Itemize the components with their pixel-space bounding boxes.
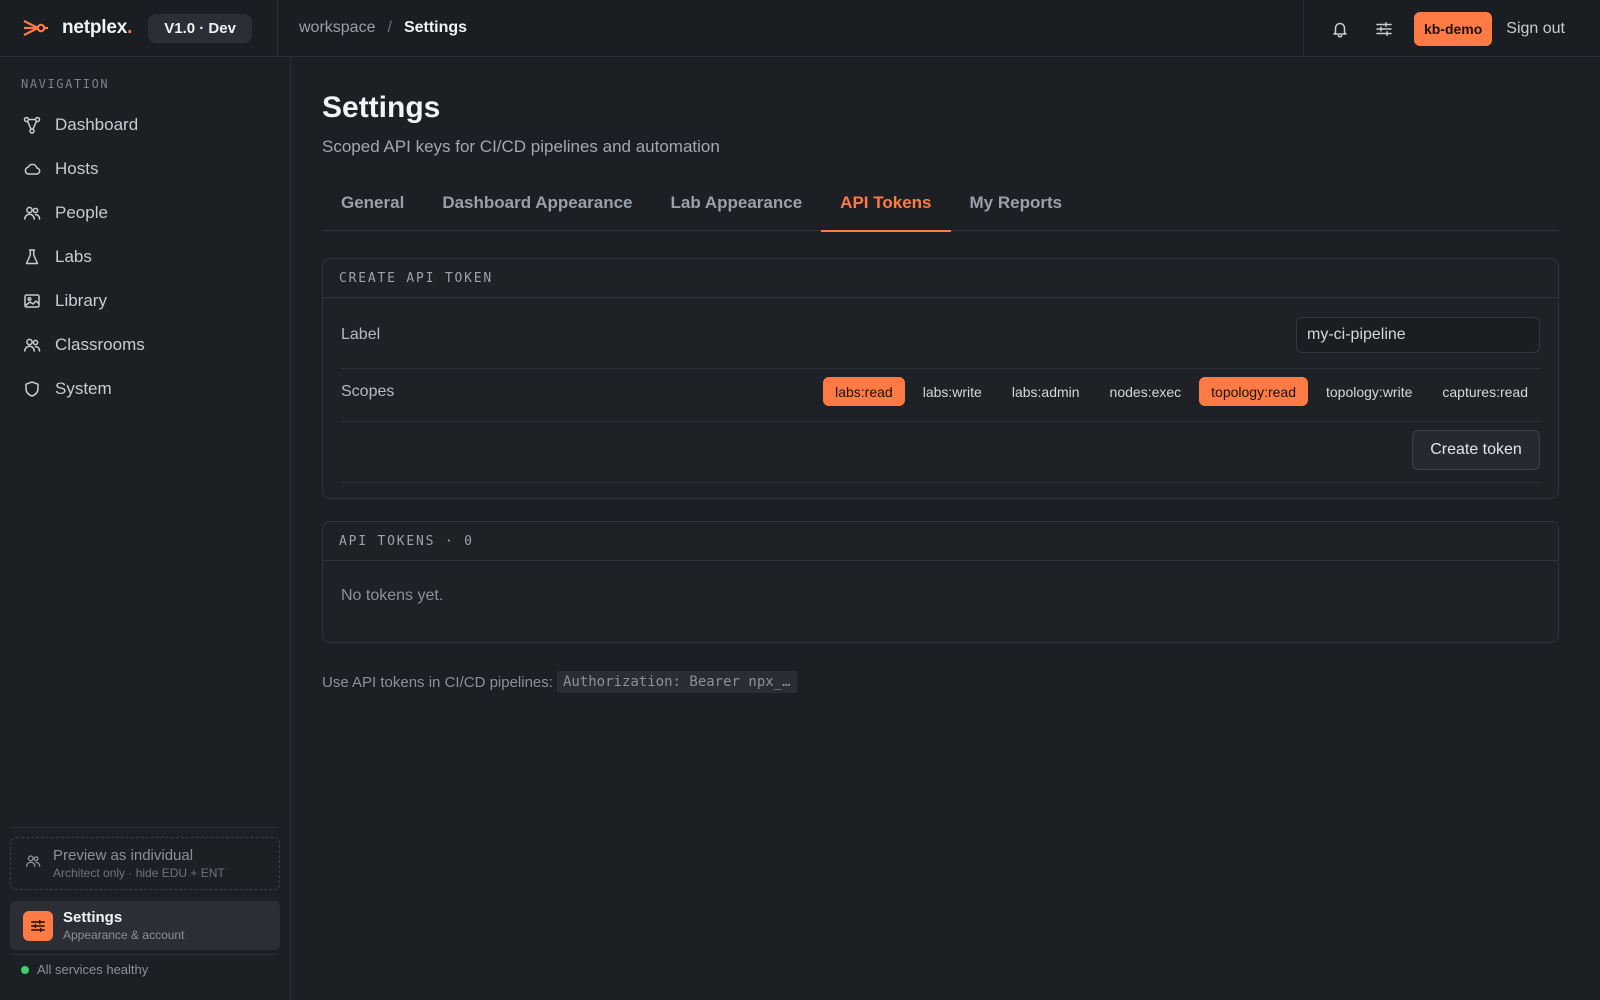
brand-name[interactable]: netplex.: [62, 17, 132, 39]
breadcrumb-current: Settings: [403, 19, 468, 36]
scope-chip-captures-read[interactable]: captures:read: [1430, 377, 1540, 406]
tab-lab-appearance[interactable]: Lab Appearance: [652, 175, 822, 231]
create-token-button[interactable]: Create token: [1412, 430, 1540, 470]
sidebar-item-label: People: [55, 203, 108, 222]
brand: netplex. V1.0 · Dev: [0, 0, 278, 57]
api-tokens-card: API TOKENS · 0 No tokens yet.: [322, 521, 1559, 643]
sidebar-item-people[interactable]: People: [10, 191, 280, 235]
sidebar-item-label: System: [55, 379, 112, 398]
sliders-icon: [23, 910, 53, 941]
nav-list: Dashboard Hosts People Labs Library Clas…: [10, 103, 280, 411]
page-subtitle: Scoped API keys for CI/CD pipelines and …: [322, 137, 720, 156]
cloud-icon: [23, 160, 41, 178]
breadcrumb-separator: /: [387, 19, 392, 36]
breadcrumb-workspace[interactable]: workspace: [299, 19, 375, 37]
sidebar-item-labs[interactable]: Labs: [10, 235, 280, 279]
people-icon: [23, 204, 41, 222]
netplex-logo-icon[interactable]: [22, 18, 48, 38]
create-token-card: CREATE API TOKEN Label Scopes labs:read …: [322, 258, 1559, 499]
settings-tabs: General Dashboard Appearance Lab Appeara…: [322, 175, 1559, 232]
user-badge[interactable]: kb-demo: [1413, 11, 1493, 46]
row-divider: [341, 421, 1540, 422]
sign-out-button[interactable]: Sign out: [1506, 20, 1565, 38]
status-dot-icon: [21, 965, 29, 974]
shield-icon: [23, 380, 41, 398]
scope-chip-nodes-exec[interactable]: nodes:exec: [1098, 377, 1194, 406]
sidebar-item-classrooms[interactable]: Classrooms: [10, 323, 280, 367]
label-field-label: Label: [341, 326, 381, 343]
status-text: All services healthy: [37, 962, 149, 977]
sidebar-item-hosts[interactable]: Hosts: [10, 147, 280, 191]
scopes-label: Scopes: [341, 382, 395, 400]
scope-chips: labs:read labs:write labs:admin nodes:ex…: [817, 377, 1540, 406]
scope-chip-topology-write[interactable]: topology:write: [1314, 377, 1424, 406]
scope-chip-labs-admin[interactable]: labs:admin: [1000, 377, 1092, 406]
notifications-bell-icon[interactable]: [1318, 7, 1362, 51]
usage-hint-code: Authorization: Bearer npx_…: [556, 671, 797, 693]
image-icon: [23, 292, 41, 310]
preview-text: Preview as individual Architect only · h…: [53, 847, 225, 880]
tab-api-tokens[interactable]: API Tokens: [821, 175, 951, 232]
sidebar-item-library[interactable]: Library: [10, 279, 280, 323]
sidebar-settings-button[interactable]: Settings Appearance & account: [10, 901, 280, 950]
sidebar-divider: [10, 954, 279, 955]
preview-title: Preview as individual: [53, 847, 194, 864]
flask-icon: [23, 248, 41, 266]
sidebar-item-dashboard[interactable]: Dashboard: [10, 103, 280, 147]
usage-hint: Use API tokens in CI/CD pipelines: Autho…: [322, 671, 797, 693]
service-status: All services healthy: [21, 962, 148, 977]
card-heading: CREATE API TOKEN: [323, 259, 1558, 298]
token-label-input[interactable]: [1296, 317, 1540, 353]
top-bar: netplex. V1.0 · Dev workspace / Settings…: [0, 0, 1600, 57]
sliders-icon[interactable]: [1362, 7, 1406, 51]
settings-text: Settings Appearance & account: [63, 909, 184, 942]
sidebar-item-label: Dashboard: [55, 115, 139, 134]
row-divider: [341, 482, 1540, 483]
scope-chip-topology-read[interactable]: topology:read: [1199, 377, 1308, 406]
sidebar-item-system[interactable]: System: [10, 367, 280, 411]
tab-my-reports[interactable]: My Reports: [951, 175, 1082, 231]
scope-chip-labs-read[interactable]: labs:read: [823, 377, 905, 406]
row-divider: [341, 368, 1540, 369]
settings-title: Settings: [63, 909, 123, 926]
sidebar-item-label: Library: [55, 291, 107, 310]
breadcrumb: workspace / Settings: [299, 19, 467, 37]
topology-icon: [23, 116, 41, 134]
sidebar-item-label: Hosts: [55, 159, 99, 178]
version-badge: V1.0 · Dev: [148, 13, 252, 43]
sidebar-item-label: Labs: [55, 247, 92, 266]
empty-state-text: No tokens yet.: [341, 587, 444, 604]
nav-heading: NAVIGATION: [21, 77, 110, 91]
settings-subtitle: Appearance & account: [63, 928, 185, 942]
sidebar-divider: [10, 827, 279, 828]
preview-as-individual-toggle[interactable]: Preview as individual Architect only · h…: [10, 837, 280, 890]
people-icon: [23, 336, 41, 354]
sidebar: NAVIGATION Dashboard Hosts People Labs L…: [0, 57, 291, 1000]
scope-chip-labs-write[interactable]: labs:write: [911, 377, 994, 406]
usage-hint-text: Use API tokens in CI/CD pipelines:: [322, 673, 553, 691]
card-heading: API TOKENS · 0: [323, 522, 1558, 561]
tab-general[interactable]: General: [322, 175, 423, 231]
sidebar-item-label: Classrooms: [55, 335, 145, 354]
page-title: Settings: [322, 91, 441, 124]
preview-subtitle: Architect only · hide EDU + ENT: [53, 866, 225, 880]
people-icon: [25, 853, 41, 874]
top-right-actions: kb-demo Sign out: [1302, 0, 1600, 57]
tab-dashboard-appearance[interactable]: Dashboard Appearance: [423, 175, 651, 231]
